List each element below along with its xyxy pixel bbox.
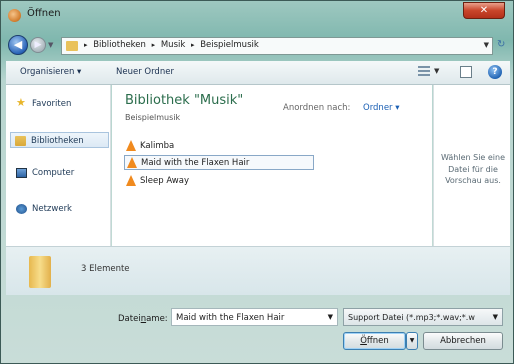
breadcrumb-separator[interactable]: ▸ [191, 41, 195, 49]
page-title: Bibliothek "Musik" [125, 93, 244, 108]
folder-icon [29, 256, 51, 288]
filetype-value: Support Datei (*.mp3;*.wav;*.w [348, 313, 475, 322]
folder-icon [66, 41, 78, 51]
list-item[interactable]: Kalimba [124, 139, 314, 154]
cancel-button[interactable]: Abbrechen [423, 332, 503, 350]
arrange-by-dropdown[interactable]: Ordner ▾ [363, 103, 400, 113]
window-title: Öffnen [27, 8, 61, 19]
open-button[interactable]: Öffnen [343, 332, 406, 350]
filetype-select[interactable]: Support Datei (*.mp3;*.wav;*.w ▼ [343, 308, 503, 326]
toolbar: Organisieren ▾ Neuer Ordner ▼ ? [6, 61, 510, 85]
title-bar[interactable]: Öffnen ✕ [1, 1, 513, 31]
breadcrumb-item-bibliotheken[interactable]: Bibliotheken [93, 40, 146, 50]
sidebar-item-label: Bibliotheken [31, 136, 84, 146]
filename-label: Dateiname: [118, 314, 168, 324]
views-dropdown-icon[interactable]: ▼ [434, 67, 439, 75]
sidebar-item-computer[interactable]: Computer [12, 165, 108, 181]
help-icon[interactable]: ? [488, 65, 502, 79]
organize-button[interactable]: Organisieren ▾ [20, 67, 81, 77]
star-icon: ★ [16, 96, 26, 109]
file-name: Maid with the Flaxen Hair [141, 158, 250, 168]
chevron-down-icon[interactable]: ▼ [328, 313, 333, 321]
breadcrumb-separator[interactable]: ▸ [84, 41, 88, 49]
breadcrumb-item-beispielmusik[interactable]: Beispielmusik [200, 40, 259, 50]
sidebar-item-bibliotheken[interactable]: Bibliotheken [10, 132, 109, 148]
app-icon [8, 9, 21, 22]
sidebar-item-netzwerk[interactable]: Netzwerk [12, 201, 108, 217]
open-options-dropdown[interactable]: ▼ [406, 332, 418, 350]
refresh-icon[interactable]: ↻ [497, 39, 505, 50]
sidebar-item-favoriten[interactable]: ★ Favoriten [12, 96, 108, 112]
file-name: Sleep Away [140, 176, 189, 186]
new-folder-button[interactable]: Neuer Ordner [116, 67, 174, 77]
back-button[interactable]: ◀ [8, 35, 28, 55]
audio-file-icon [127, 157, 137, 168]
page-subtitle: Beispielmusik [125, 113, 181, 122]
filename-value: Maid with the Flaxen Hair [176, 313, 285, 323]
filename-label-suffix: ame: [146, 314, 168, 324]
breadcrumb-separator[interactable]: ▸ [152, 41, 156, 49]
views-icon[interactable] [418, 66, 430, 78]
open-label-accesskey: Ö [360, 336, 367, 346]
arrange-by-label: Anordnen nach: [283, 103, 351, 113]
sidebar-item-label: Favoriten [32, 99, 72, 109]
breadcrumb: ▸ Bibliotheken ▸ Musik ▸ Beispielmusik [84, 40, 262, 50]
filename-input[interactable]: Maid with the Flaxen Hair ▼ [171, 308, 338, 326]
breadcrumb-item-musik[interactable]: Musik [161, 40, 185, 50]
file-name: Kalimba [140, 141, 175, 151]
sidebar-item-label: Computer [32, 168, 75, 178]
preview-pane: Wählen Sie eine Datei für die Vorschau a… [433, 85, 510, 246]
recent-pages-dropdown[interactable]: ▼ [48, 41, 53, 49]
details-pane: 3 Elemente [6, 246, 510, 295]
computer-icon [16, 168, 27, 178]
audio-file-icon [126, 175, 136, 186]
navigation-pane: ★ Favoriten Bibliotheken Computer Netzwe… [6, 85, 111, 246]
list-item-selected[interactable]: Maid with the Flaxen Hair [124, 155, 314, 170]
preview-placeholder-text: Wählen Sie eine Datei für die Vorschau a… [440, 153, 506, 185]
preview-pane-icon[interactable] [460, 66, 472, 78]
list-item[interactable]: Sleep Away [124, 174, 314, 189]
open-label-rest: ffnen [366, 336, 389, 346]
open-dialog: Öffnen ✕ ◀ ▶ ▼ ▸ Bibliotheken ▸ Musik ▸ … [0, 0, 514, 364]
file-list-pane: Bibliothek "Musik" Beispielmusik Anordne… [112, 85, 432, 246]
address-dropdown-icon[interactable]: ▼ [484, 41, 489, 49]
sidebar-item-label: Netzwerk [32, 204, 72, 214]
close-button[interactable]: ✕ [463, 2, 505, 19]
address-bar[interactable]: ▸ Bibliotheken ▸ Musik ▸ Beispielmusik ▼ [61, 37, 493, 55]
audio-file-icon [126, 140, 136, 151]
chevron-down-icon: ▼ [492, 313, 498, 321]
library-icon [15, 136, 26, 146]
item-count: 3 Elemente [81, 264, 130, 274]
filename-label-prefix: Datei [118, 314, 141, 324]
forward-button[interactable]: ▶ [30, 37, 46, 53]
network-icon [16, 204, 27, 214]
